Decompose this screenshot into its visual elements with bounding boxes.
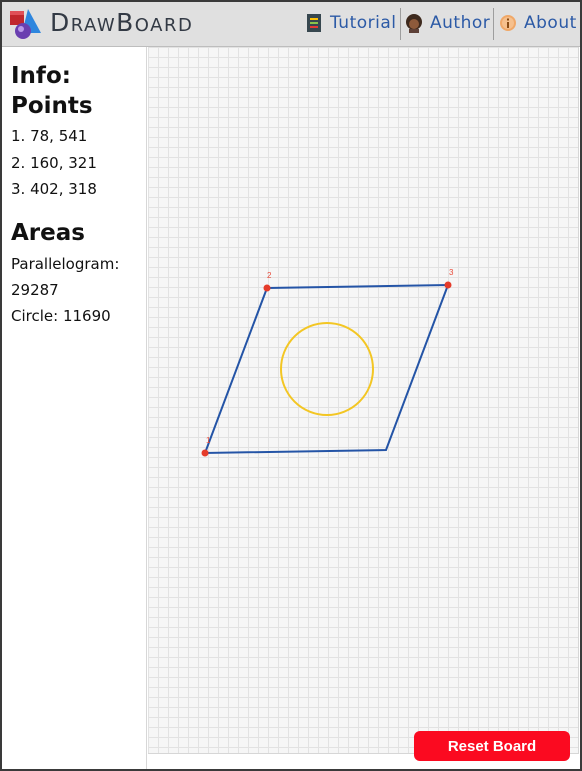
nav-divider [493, 8, 494, 40]
board-canvas[interactable]: 1 2 3 [148, 47, 578, 753]
nav-author-label: Author [430, 13, 491, 33]
points-list: 1. 78, 541 2. 160, 321 3. 402, 318 [11, 123, 97, 203]
parallelogram-label: Parallelogram: [11, 255, 120, 273]
nav-author-link[interactable]: Author [404, 6, 490, 40]
nav-tutorial-link[interactable]: Tutorial [304, 6, 397, 40]
point-entry: 2. 160, 321 [11, 153, 97, 172]
point-marker[interactable] [201, 449, 209, 457]
nav-about-link[interactable]: About [498, 6, 577, 40]
circle-shape [280, 322, 374, 416]
parallelogram-shape [203, 283, 450, 455]
app-frame: DrawBoard Tutorial Author About Info: Po… [0, 0, 582, 771]
header-bar: DrawBoard Tutorial Author About [2, 2, 580, 47]
avatar-icon [406, 14, 422, 33]
info-heading: Info: Points [11, 61, 93, 121]
nav-about-label: About [524, 13, 577, 33]
point-label: 3 [449, 268, 454, 277]
book-icon [307, 14, 321, 32]
areas-list: Parallelogram: 29287 Circle: 11690 [11, 251, 119, 329]
info-title: Info: [11, 63, 71, 89]
nav-tutorial-label: Tutorial [330, 13, 397, 33]
point-entry: 1. 78, 541 [11, 127, 88, 145]
nav-divider [400, 8, 401, 40]
info-icon [500, 15, 516, 31]
points-heading: Points [11, 93, 93, 119]
reset-board-button[interactable]: Reset Board [414, 731, 570, 761]
areas-heading: Areas [11, 220, 85, 246]
drawing-board[interactable]: 1 2 3 [148, 47, 579, 754]
point-label: 1 [206, 436, 211, 445]
circle-area: Circle: 11690 [11, 307, 111, 325]
point-entry: 3. 402, 318 [11, 180, 97, 198]
point-marker[interactable] [444, 281, 452, 289]
point-label: 2 [267, 271, 272, 280]
point-marker[interactable] [263, 284, 271, 292]
info-sidebar: Info: Points 1. 78, 541 2. 160, 321 3. 4… [2, 47, 147, 769]
app-title: DrawBoard [50, 8, 194, 37]
parallelogram-area: 29287 [11, 281, 59, 299]
shapes-logo-icon [10, 9, 41, 39]
